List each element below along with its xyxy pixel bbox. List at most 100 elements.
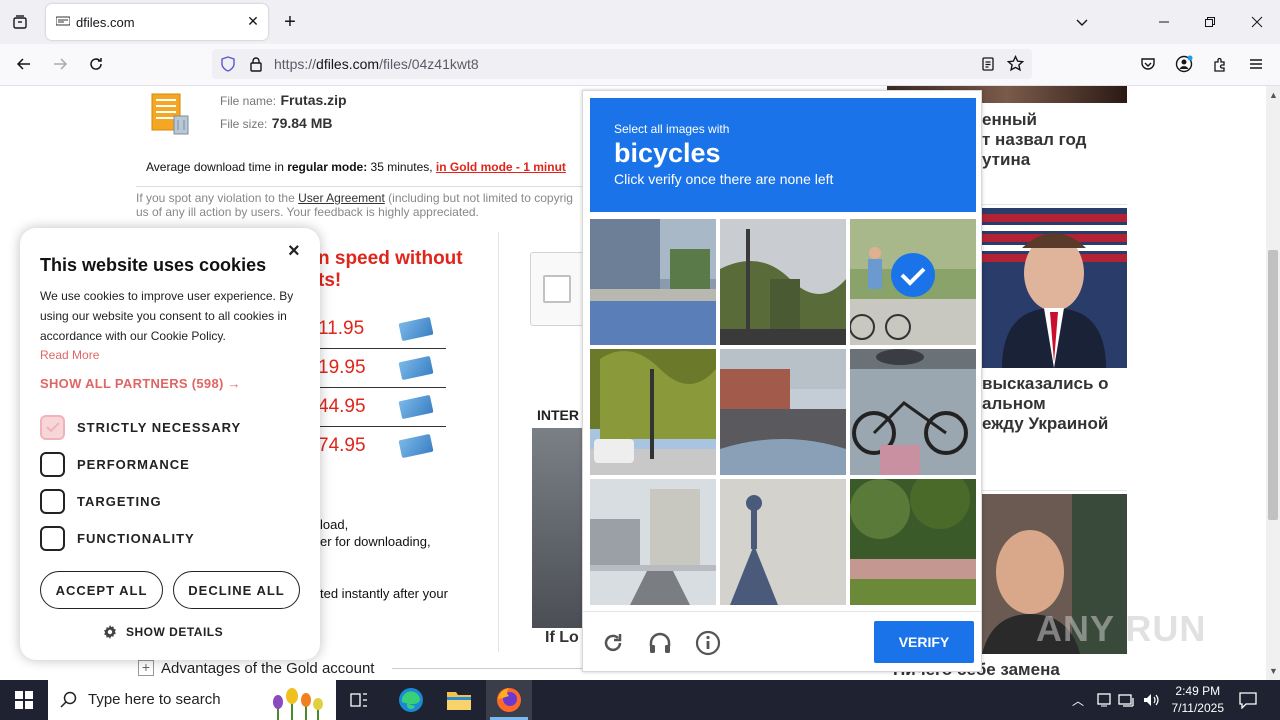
back-icon[interactable]: [10, 50, 38, 78]
violation-notice: If you spot any violation to the User Ag…: [136, 191, 573, 219]
account-icon[interactable]: [1170, 50, 1198, 78]
news-title[interactable]: высказались о альном ежду Украиной: [982, 374, 1109, 434]
show-details-button[interactable]: SHOW DETAILS: [102, 624, 223, 640]
reload-icon[interactable]: [82, 50, 110, 78]
url-bar[interactable]: https://dfiles.com/files/04z41kwt8: [212, 49, 1032, 79]
credit-card-icon: [398, 433, 434, 459]
accept-all-button[interactable]: ACCEPT ALL: [40, 571, 163, 609]
file-name-row: File name: Frutas.zip: [220, 92, 347, 108]
windows-start-icon[interactable]: [15, 691, 33, 709]
pocket-icon[interactable]: [1134, 50, 1162, 78]
captcha-tile[interactable]: [720, 349, 846, 475]
network-icon[interactable]: [1118, 692, 1136, 708]
show-partners-link[interactable]: SHOW ALL PARTNERS (598) →: [40, 376, 241, 391]
recaptcha-checkbox[interactable]: [543, 275, 571, 303]
file-size-row: File size: 79.84 MB: [220, 115, 333, 131]
gear-icon: [104, 625, 116, 639]
captcha-tile[interactable]: [590, 219, 716, 345]
star-bookmark-icon[interactable]: [1007, 55, 1024, 72]
taskbar-search[interactable]: Type here to search: [48, 680, 336, 720]
user-agreement-link[interactable]: User Agreement: [298, 191, 385, 205]
price-row[interactable]: 74.95: [306, 427, 446, 466]
checkbox-icon[interactable]: [40, 489, 65, 514]
checkbox-checked-icon[interactable]: [40, 415, 65, 440]
audio-headphones-icon[interactable]: [647, 630, 673, 656]
captcha-tile[interactable]: [850, 349, 976, 475]
volume-icon[interactable]: [1142, 692, 1160, 708]
news-title[interactable]: енный т назвал год утина: [982, 110, 1086, 170]
download-time: Average download time in regular mode: 3…: [146, 160, 566, 174]
gold-mode-link[interactable]: in Gold mode - 1 minut: [436, 160, 566, 174]
file-size: 79.84 MB: [271, 115, 333, 131]
scroll-up-icon[interactable]: ▲: [1269, 90, 1278, 100]
cookie-banner: × This website uses cookies We use cooki…: [20, 228, 320, 660]
price-row[interactable]: 11.95: [306, 310, 446, 349]
tab-title: dfiles.com: [76, 15, 135, 30]
taskbar: Type here to search ︿ 2:49 PM 7/11/2025: [0, 680, 1280, 720]
captcha-tile[interactable]: [850, 219, 976, 345]
page-scrollbar[interactable]: ▲ ▼: [1266, 86, 1280, 680]
scroll-down-icon[interactable]: ▼: [1269, 666, 1278, 676]
file-explorer-icon[interactable]: [446, 688, 472, 712]
new-tab-icon[interactable]: +: [276, 8, 304, 36]
notifications-icon[interactable]: [1238, 691, 1258, 709]
captcha-tile[interactable]: [590, 479, 716, 605]
menu-icon[interactable]: [1242, 50, 1270, 78]
lock-icon[interactable]: [248, 56, 264, 72]
option-functionality[interactable]: FUNCTIONALITY: [40, 526, 195, 551]
scroll-thumb[interactable]: [1268, 250, 1278, 520]
tab-list-icon[interactable]: [6, 8, 34, 36]
article-image[interactable]: [532, 428, 584, 628]
watermark: ANY RUN: [1036, 608, 1207, 649]
expand-plus-icon[interactable]: +: [138, 660, 154, 676]
credit-card-icon: [398, 394, 434, 420]
task-view-icon[interactable]: [350, 691, 368, 709]
checkbox-icon[interactable]: [40, 452, 65, 477]
firefox-icon: [497, 688, 521, 712]
extensions-icon[interactable]: [1206, 50, 1234, 78]
credit-card-icon: [398, 355, 434, 381]
gold-headline: n speed without ts!: [318, 248, 463, 291]
forward-icon[interactable]: [46, 50, 74, 78]
restore-icon[interactable]: [1196, 8, 1224, 36]
zip-file-icon: [151, 93, 189, 135]
checkbox-icon[interactable]: [40, 526, 65, 551]
firefox-taskbar-button[interactable]: [486, 680, 532, 720]
info-icon[interactable]: [695, 630, 721, 656]
reload-icon[interactable]: [600, 630, 626, 656]
captcha-tile[interactable]: [850, 479, 976, 605]
price-row[interactable]: 19.95: [306, 349, 446, 388]
reader-view-icon[interactable]: [980, 56, 996, 72]
tray-chevron-icon[interactable]: ︿: [1072, 692, 1084, 709]
edge-browser-icon[interactable]: [398, 687, 424, 713]
tray-device-icon[interactable]: [1096, 692, 1112, 708]
captcha-tile[interactable]: [720, 219, 846, 345]
site-favicon-icon: [56, 16, 70, 26]
option-performance[interactable]: PERFORMANCE: [40, 452, 190, 477]
close-window-icon[interactable]: [1243, 8, 1271, 36]
close-icon[interactable]: ×: [288, 240, 300, 263]
read-more-link[interactable]: Read More: [40, 348, 99, 362]
minimize-icon[interactable]: [1150, 8, 1178, 36]
decline-all-button[interactable]: DECLINE ALL: [173, 571, 300, 609]
news-image[interactable]: [982, 208, 1127, 368]
advantages-link[interactable]: Advantages of the Gold account: [161, 660, 374, 677]
verify-button[interactable]: VERIFY: [874, 621, 974, 663]
shield-icon[interactable]: [220, 56, 236, 72]
close-tab-icon[interactable]: ✕: [244, 12, 262, 30]
system-clock[interactable]: 2:49 PM 7/11/2025: [1172, 683, 1225, 717]
recaptcha-widget: [530, 252, 590, 326]
url-text[interactable]: https://dfiles.com/files/04z41kwt8: [274, 56, 479, 72]
credit-card-icon: [398, 316, 434, 342]
captcha-challenge: Select all images with bicycles Click ve…: [582, 90, 982, 672]
browser-tab[interactable]: dfiles.com ✕: [46, 4, 268, 40]
price-row[interactable]: 44.95: [306, 388, 446, 427]
chevron-down-icon[interactable]: [1068, 8, 1096, 36]
cookie-text: We use cookies to improve user experienc…: [40, 289, 294, 343]
cookie-title: This website uses cookies: [40, 255, 267, 275]
option-strictly-necessary[interactable]: STRICTLY NECESSARY: [40, 415, 241, 440]
search-icon: [60, 691, 77, 708]
captcha-tile[interactable]: [590, 349, 716, 475]
option-targeting[interactable]: TARGETING: [40, 489, 162, 514]
captcha-tile[interactable]: [720, 479, 846, 605]
